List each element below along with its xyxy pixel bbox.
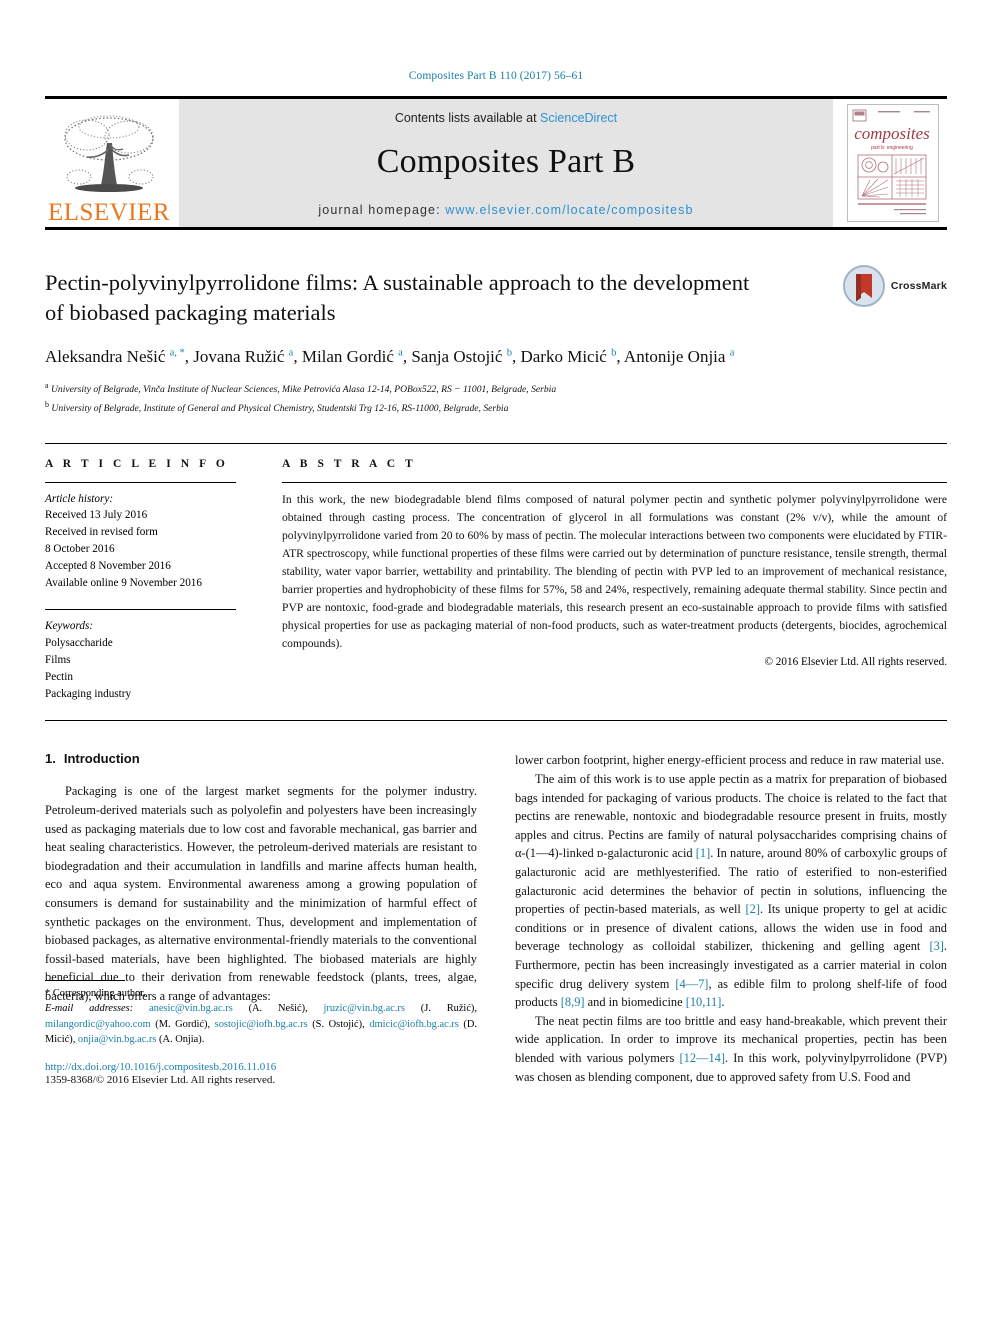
article-info-column: A R T I C L E I N F O Article history: R… [45, 458, 260, 703]
article-info-rule [45, 481, 236, 483]
keyword-item: Pectin [45, 670, 73, 683]
article-page: Composites Part B 110 (2017) 56–61 ELSEV… [0, 0, 992, 1323]
section-title: Introduction [63, 751, 140, 767]
email-link[interactable]: dmicic@iofh.bg.ac.rs [369, 1019, 459, 1030]
right-column: lower carbon footprint, higher energy-ef… [515, 751, 947, 1086]
affiliation-list: a University of Belgrade, Vinča Institut… [45, 380, 947, 416]
cover-image: composites part b: engineering [847, 104, 939, 222]
email-owner-name: (M. Gordić), [150, 1018, 211, 1030]
keyword-item: Films [45, 653, 71, 666]
abstract-column: A B S T R A C T In this work, the new bi… [260, 458, 947, 703]
citation-link[interactable]: [12—14] [680, 1051, 725, 1065]
affiliation-b-text: University of Belgrade, Institute of Gen… [51, 402, 509, 414]
abstract-bottom-rule [45, 720, 947, 722]
info-abstract-row: A R T I C L E I N F O Article history: R… [45, 444, 947, 703]
author-list: Aleksandra Nešić a, *, Jovana Ružić a, M… [45, 346, 735, 366]
email-owner-name: (J. Ružić), [404, 1003, 477, 1015]
email-link[interactable]: milangordic@yahoo.com [45, 1019, 151, 1030]
affiliation-mark-b: b [45, 399, 49, 409]
citation-link[interactable]: [2] [746, 902, 760, 916]
email-owner-name: (S. Ostojić), [307, 1018, 365, 1030]
keyword-item: Packaging industry [45, 687, 132, 700]
crossmark-badge[interactable]: CrossMark [842, 264, 947, 308]
svg-text:composites: composites [854, 124, 930, 143]
corresponding-author-note: * Corresponding author. [45, 986, 477, 1001]
intro-right-paragraphs: lower carbon footprint, higher energy-ef… [515, 751, 947, 1086]
affiliation-a-text: University of Belgrade, Vinča Institute … [50, 384, 557, 396]
masthead-bottom-rule [45, 227, 947, 230]
body-columns: 1. Introduction Packaging is one of the l… [45, 751, 947, 1086]
elsevier-wordmark: ELSEVIER [47, 199, 171, 226]
contents-available-line: Contents lists available at ScienceDirec… [395, 111, 617, 125]
elsevier-logo: ELSEVIER [45, 99, 173, 227]
affiliation-mark-a: a [45, 381, 49, 391]
crossmark-label: CrossMark [890, 280, 947, 292]
article-history-label: Article history: [45, 492, 114, 505]
section-number: 1. [45, 751, 56, 767]
affiliation-b: b University of Belgrade, Institute of G… [45, 399, 947, 417]
title-block: CrossMark Pectin-polyvinylpyrrolidone fi… [45, 265, 947, 417]
homepage-url-link[interactable]: www.elsevier.com/locate/compositesb [445, 203, 693, 217]
email-owner-name: (A. Nešić), [232, 1003, 308, 1015]
page-title: Pectin-polyvinylpyrrolidone films: A sus… [45, 270, 750, 325]
history-received: Received 13 July 2016 [45, 509, 148, 522]
citation-link[interactable]: [3] [929, 939, 943, 953]
citation-link[interactable]: [10,11] [686, 995, 722, 1009]
email-link[interactable]: sostojic@iofh.bg.ac.rs [215, 1019, 308, 1030]
history-accepted: Accepted 8 November 2016 [45, 559, 171, 572]
article-info-heading: A R T I C L E I N F O [45, 457, 229, 470]
email-link[interactable]: onjia@vin.bg.ac.rs [78, 1034, 157, 1045]
crossmark-icon [842, 265, 885, 307]
contents-prefix: Contents lists available at [394, 111, 541, 125]
email-addresses-label: E-mail addresses: [45, 1003, 134, 1015]
intro-paragraph-1: Packaging is one of the largest market s… [45, 784, 477, 1004]
citation-link[interactable]: [4—7] [675, 977, 708, 991]
email-addresses-note: E-mail addresses: anesic@vin.bg.ac.rs (A… [45, 1001, 477, 1047]
journal-cover-thumbnail: composites part b: engineering [839, 99, 947, 227]
citation-link[interactable]: [1] [696, 846, 710, 860]
left-column: 1. Introduction Packaging is one of the l… [45, 751, 477, 1086]
journal-title: Composites Part B [376, 143, 636, 180]
doi-link[interactable]: http://dx.doi.org/10.1016/j.compositesb.… [45, 1061, 477, 1073]
journal-masthead: ELSEVIER Contents lists available at Sci… [45, 96, 947, 227]
elsevier-tree-icon [64, 115, 154, 192]
abstract-text: In this work, the new biodegradable blen… [282, 492, 947, 651]
footnote-block: * Corresponding author. E-mail addresses… [45, 979, 477, 1087]
corresponding-star: * [45, 987, 51, 999]
section-heading-introduction: 1. Introduction [45, 751, 477, 766]
footnote-rule [45, 979, 125, 981]
keyword-item: Polysaccharide [45, 637, 113, 650]
paragraph-text: and in biomedicine [584, 995, 686, 1010]
paragraph-text: lower carbon footprint, higher energy-ef… [515, 753, 945, 768]
paragraph-text: . [721, 995, 725, 1010]
issn-copyright-line: 1359-8368/© 2016 Elsevier Ltd. All right… [45, 1074, 276, 1087]
intro-right-paragraph: lower carbon footprint, higher energy-ef… [515, 751, 947, 770]
email-link[interactable]: jruzic@vin.bg.ac.rs [324, 1003, 405, 1014]
sciencedirect-link[interactable]: ScienceDirect [540, 111, 617, 125]
history-revised-date: 8 October 2016 [45, 542, 115, 555]
corresponding-text: Corresponding author. [52, 987, 146, 999]
email-link[interactable]: anesic@vin.bg.ac.rs [149, 1003, 233, 1014]
cover-artwork-icon: composites part b: engineering [848, 105, 936, 219]
homepage-label: journal homepage: [318, 203, 446, 217]
masthead-center: Contents lists available at ScienceDirec… [179, 99, 833, 227]
intro-right-paragraph: The aim of this work is to use apple pec… [515, 770, 947, 1012]
svg-text:part b: engineering: part b: engineering [871, 145, 913, 151]
running-head: Composites Part B 110 (2017) 56–61 [408, 70, 584, 82]
keywords-label: Keywords: [45, 620, 94, 633]
citation-link[interactable]: [8,9] [561, 995, 585, 1009]
keywords-rule [45, 609, 236, 611]
abstract-copyright: © 2016 Elsevier Ltd. All rights reserved… [764, 656, 948, 669]
journal-homepage-line: journal homepage: www.elsevier.com/locat… [318, 203, 693, 217]
abstract-heading: A B S T R A C T [282, 457, 417, 470]
intro-right-paragraph: The neat pectin films are too brittle an… [515, 1012, 947, 1086]
abstract-rule [282, 481, 947, 483]
history-available-online: Available online 9 November 2016 [45, 576, 202, 589]
affiliation-a: a University of Belgrade, Vinča Institut… [45, 380, 947, 398]
history-revised-label: Received in revised form [45, 526, 158, 539]
email-owner-name: (A. Onjia). [156, 1033, 205, 1045]
